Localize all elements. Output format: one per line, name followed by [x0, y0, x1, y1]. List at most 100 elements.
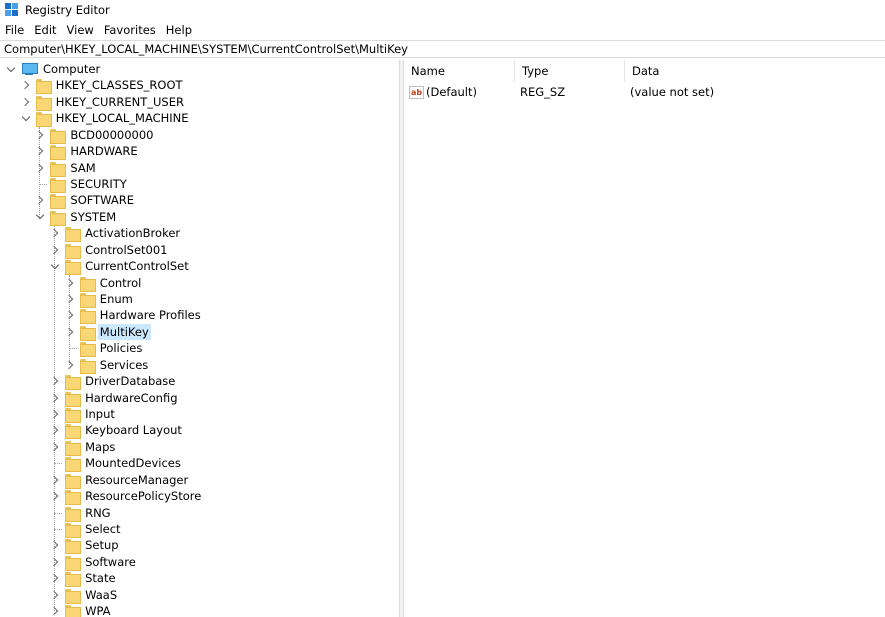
- chevron-right-icon[interactable]: [50, 475, 60, 485]
- tree-item-input[interactable]: Input: [50, 406, 117, 424]
- tree-item-hkey-current-user[interactable]: HKEY_CURRENT_USER: [21, 94, 186, 111]
- tree-item-label: CurrentControlSet: [85, 259, 189, 274]
- tree-item-hardware[interactable]: HARDWARE: [35, 143, 139, 161]
- tree-item-hardware-profiles[interactable]: Hardware Profiles: [65, 307, 203, 325]
- chevron-down-icon[interactable]: [50, 261, 60, 271]
- list-header: Name Type Data: [404, 60, 885, 82]
- chevron-right-icon[interactable]: [65, 294, 75, 304]
- chevron-right-icon[interactable]: [50, 557, 60, 567]
- registry-tree[interactable]: Computer HKEY_CLASSES_ROOT HKEY_CURRENT_US…: [0, 60, 399, 617]
- window-title: Registry Editor: [25, 3, 110, 17]
- registry-editor-icon: [5, 3, 19, 17]
- chevron-right-icon[interactable]: [50, 393, 60, 403]
- folder-icon: [65, 489, 82, 506]
- tree-item-bcd00000000[interactable]: BCD00000000: [35, 127, 155, 144]
- column-header-type[interactable]: Type: [515, 60, 625, 82]
- tree-item-label: HKEY_CLASSES_ROOT: [55, 78, 183, 93]
- chevron-right-icon[interactable]: [21, 80, 31, 90]
- folder-icon: [65, 555, 82, 571]
- chevron-right-icon[interactable]: [50, 606, 60, 616]
- menu-help[interactable]: Help: [161, 21, 197, 40]
- folder-icon: [35, 111, 52, 128]
- chevron-right-icon[interactable]: [50, 409, 60, 419]
- value-data: (value not set): [630, 85, 715, 99]
- chevron-right-icon[interactable]: [35, 146, 45, 156]
- chevron-down-icon[interactable]: [21, 113, 31, 123]
- value-type: REG_SZ: [520, 85, 566, 99]
- tree-item-computer[interactable]: Computer: [6, 61, 102, 77]
- chevron-right-icon[interactable]: [50, 228, 60, 238]
- tree-item-control[interactable]: Control: [65, 275, 144, 292]
- chevron-right-icon[interactable]: [65, 327, 75, 337]
- tree-item-sam[interactable]: SAM: [35, 160, 97, 177]
- string-value-icon: ab: [409, 85, 424, 99]
- folder-icon: [50, 161, 67, 177]
- tree-item-services[interactable]: Services: [65, 357, 151, 374]
- tree-item-setup[interactable]: Setup: [50, 537, 120, 555]
- folder-icon: [65, 604, 82, 617]
- tree-item-maps[interactable]: Maps: [50, 439, 117, 456]
- menu-edit[interactable]: Edit: [29, 21, 61, 40]
- chevron-right-icon[interactable]: [50, 590, 60, 600]
- tree-item-resourcepolicystore[interactable]: ResourcePolicyStore: [50, 488, 203, 506]
- tree-item-label: ResourcePolicyStore: [85, 489, 202, 504]
- tree-item-system[interactable]: SYSTEM: [35, 209, 118, 226]
- chevron-right-icon[interactable]: [50, 425, 60, 435]
- chevron-right-icon[interactable]: [21, 97, 31, 107]
- tree-item-multikey[interactable]: MultiKey: [65, 323, 151, 341]
- chevron-down-icon[interactable]: [35, 212, 45, 222]
- tree-item-enum[interactable]: Enum: [65, 291, 135, 309]
- tree-item-resourcemanager[interactable]: ResourceManager: [50, 472, 190, 489]
- folder-icon: [50, 210, 67, 226]
- menu-file[interactable]: File: [0, 21, 29, 40]
- tree-item-software[interactable]: Software: [50, 554, 138, 571]
- chevron-right-icon[interactable]: [35, 195, 45, 205]
- tree-connector-line: [54, 512, 63, 514]
- menu-view[interactable]: View: [62, 21, 99, 40]
- tree-item-label: ActivationBroker: [85, 226, 181, 241]
- tree-item-waas[interactable]: WaaS: [50, 587, 119, 604]
- tree-item-controlset001[interactable]: ControlSet001: [50, 242, 169, 259]
- folder-icon: [79, 358, 96, 374]
- menu-favorites[interactable]: Favorites: [99, 21, 161, 40]
- chevron-right-icon[interactable]: [35, 130, 45, 140]
- chevron-down-icon[interactable]: [6, 64, 16, 74]
- tree-item-software[interactable]: SOFTWARE: [35, 192, 136, 210]
- tree-item-keyboard-layout[interactable]: Keyboard Layout: [50, 422, 184, 440]
- tree-item-driverdatabase[interactable]: DriverDatabase: [50, 373, 177, 391]
- tree-item-label: BCD00000000: [70, 127, 154, 142]
- chevron-right-icon[interactable]: [35, 163, 45, 173]
- chevron-right-icon[interactable]: [65, 360, 75, 370]
- chevron-right-icon[interactable]: [65, 278, 75, 288]
- chevron-right-icon[interactable]: [50, 573, 60, 583]
- folder-icon: [50, 144, 67, 161]
- chevron-right-icon[interactable]: [50, 376, 60, 386]
- tree-item-state[interactable]: State: [50, 570, 117, 588]
- chevron-right-icon[interactable]: [50, 491, 60, 501]
- chevron-right-icon[interactable]: [65, 310, 75, 320]
- values-list[interactable]: Name Type Data ab (Default) REG_SZ (valu…: [404, 60, 885, 617]
- value-row[interactable]: ab (Default) REG_SZ (value not set): [404, 83, 885, 101]
- folder-icon: [65, 440, 82, 456]
- address-bar[interactable]: Computer\HKEY_LOCAL_MACHINE\SYSTEM\Curre…: [0, 40, 885, 58]
- tree-item-hkey-classes-root[interactable]: HKEY_CLASSES_ROOT: [21, 77, 185, 95]
- tree-connector-line: [68, 348, 77, 350]
- tree-item-mounteddevices[interactable]: MountedDevices: [50, 455, 183, 473]
- tree-item-currentcontrolset[interactable]: CurrentControlSet: [50, 258, 191, 276]
- column-header-data[interactable]: Data: [625, 60, 885, 82]
- tree-item-hkey-local-machine[interactable]: HKEY_LOCAL_MACHINE: [21, 110, 191, 128]
- tree-item-activationbroker[interactable]: ActivationBroker: [50, 225, 182, 243]
- tree-item-label: Select: [85, 522, 121, 537]
- folder-icon: [79, 292, 96, 309]
- tree-item-hardwareconfig[interactable]: HardwareConfig: [50, 390, 179, 407]
- chevron-right-icon[interactable]: [50, 245, 60, 255]
- tree-item-label: HKEY_LOCAL_MACHINE: [55, 111, 189, 126]
- tree-item-label: Input: [85, 407, 115, 422]
- column-header-name[interactable]: Name: [404, 60, 515, 82]
- tree-item-wpa[interactable]: WPA: [50, 603, 112, 617]
- tree-item-label: WaaS: [85, 587, 118, 602]
- chevron-right-icon[interactable]: [50, 442, 60, 452]
- tree-item-label: MultiKey: [97, 323, 151, 340]
- chevron-right-icon[interactable]: [50, 540, 60, 550]
- tree-item-security[interactable]: SECURITY: [35, 176, 128, 193]
